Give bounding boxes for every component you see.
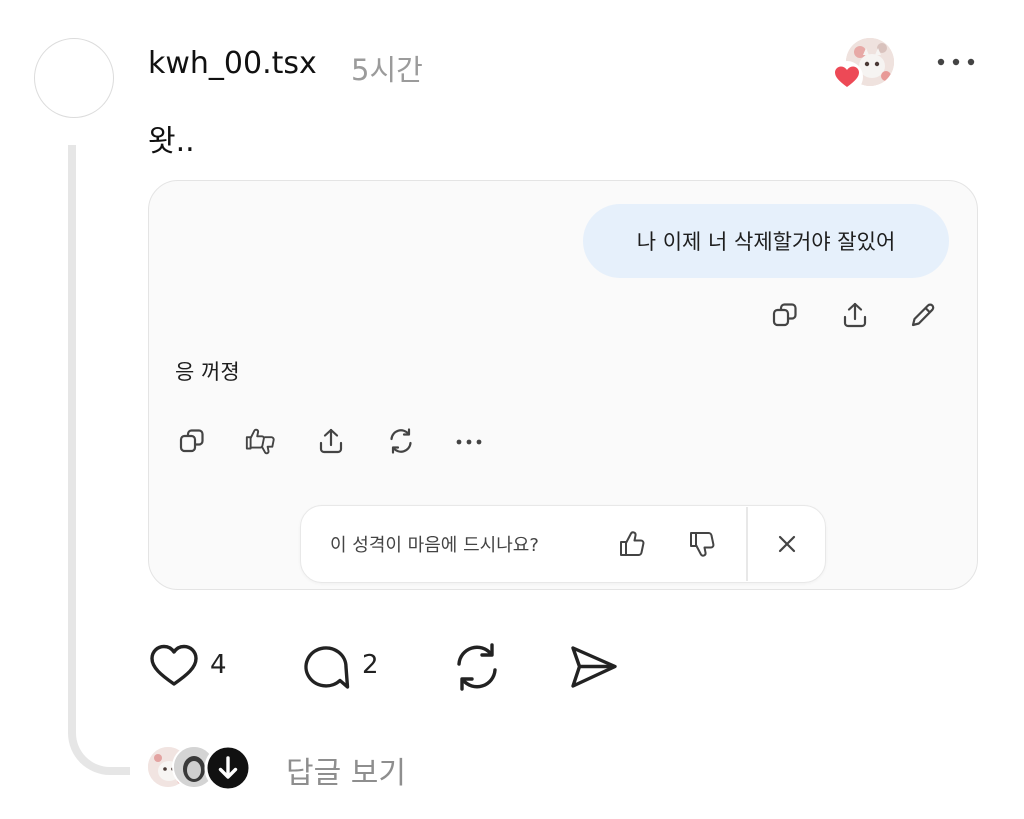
- post-timestamp: 5시간: [351, 53, 423, 87]
- repost-button[interactable]: [450, 640, 504, 694]
- share-icon[interactable]: [314, 424, 348, 458]
- thumbs-up-down-icon[interactable]: [244, 424, 278, 458]
- author-avatar[interactable]: [34, 38, 114, 118]
- comment-button[interactable]: [300, 640, 354, 694]
- thumbs-up-icon[interactable]: [615, 527, 649, 561]
- heart-icon: [830, 60, 864, 94]
- send-icon: [571, 646, 617, 688]
- pill-divider: [746, 507, 748, 581]
- close-icon[interactable]: [770, 527, 804, 561]
- more-icon[interactable]: [452, 424, 486, 458]
- like-count: 4: [210, 650, 227, 680]
- thread-line: [68, 145, 130, 775]
- heart-icon: [150, 644, 198, 686]
- share-icon[interactable]: [838, 298, 872, 332]
- user-message-bubble: 나 이제 너 삭제할거야 잘있어: [583, 204, 949, 278]
- arrow-down-icon[interactable]: [204, 744, 252, 792]
- more-icon[interactable]: [934, 50, 978, 74]
- thumbs-down-icon[interactable]: [685, 527, 719, 561]
- repost-icon: [457, 643, 497, 691]
- author-username[interactable]: kwh_00.tsx: [148, 46, 317, 81]
- regenerate-icon[interactable]: [384, 424, 418, 458]
- comment-count: 2: [362, 650, 379, 680]
- copy-icon[interactable]: [768, 298, 802, 332]
- post-text: 왓..: [148, 124, 195, 159]
- like-button[interactable]: [148, 640, 200, 692]
- send-button[interactable]: [566, 640, 620, 694]
- comment-icon: [304, 646, 350, 689]
- copy-icon[interactable]: [175, 424, 209, 458]
- view-replies-link[interactable]: 답글 보기: [286, 748, 406, 792]
- ai-reply-text: 응 꺼졍: [175, 360, 240, 384]
- feedback-question: 이 성격이 마음에 드시나요?: [330, 535, 539, 556]
- edit-icon[interactable]: [906, 298, 940, 332]
